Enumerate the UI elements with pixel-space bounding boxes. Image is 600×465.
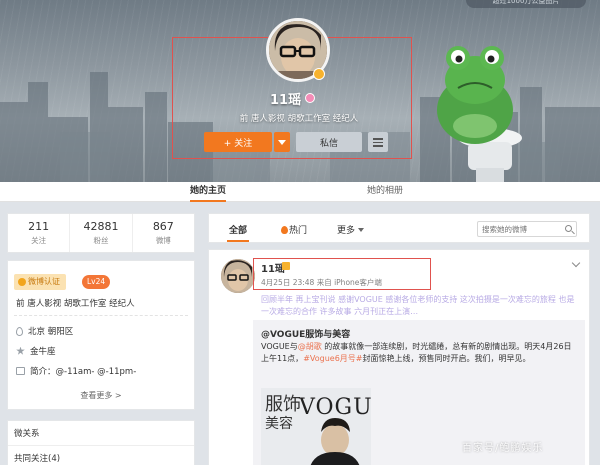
stat-label: 粉丝: [93, 236, 109, 245]
profile-name: 11瑶: [270, 92, 302, 108]
profile-bio: 前 唐人影视 胡歌工作室 经纪人: [239, 114, 359, 124]
weibo-post: 11瑶 4月25日 23:48 来自 iPhone客户端 回顾半年 再上宝刊说 …: [208, 249, 590, 465]
top-badge: 超过1000万公益图片: [466, 0, 586, 8]
repost-author[interactable]: @VOGUE服饰与美容: [261, 327, 350, 340]
divider: [8, 445, 194, 446]
location-pin-icon: [16, 326, 23, 336]
filter-more-dropdown[interactable]: 更多: [337, 223, 365, 236]
stat-followers[interactable]: 42881 粉丝: [70, 214, 133, 252]
search-icon[interactable]: [565, 225, 572, 232]
stats-card: 211 关注 42881 粉丝 867 微博: [7, 213, 195, 253]
message-button[interactable]: 私信: [296, 132, 362, 152]
magazine-cover-photo: 服饰 美容 VOGUE: [261, 388, 371, 465]
relations-title: 微关系: [14, 429, 40, 439]
follow-dropdown-button[interactable]: [274, 132, 290, 152]
post-author-avatar[interactable]: [221, 259, 255, 293]
svg-text:美容: 美容: [265, 415, 293, 432]
chevron-down-icon[interactable]: [571, 258, 581, 268]
weibo-search-input[interactable]: [482, 222, 564, 236]
filter-all-tab[interactable]: 全部: [226, 223, 250, 242]
menu-line-icon: [373, 145, 383, 147]
female-gender-icon: [305, 93, 316, 103]
constellation-text: 金牛座: [30, 347, 56, 357]
mention-link[interactable]: @胡歌: [298, 342, 322, 351]
more-menu-button[interactable]: [368, 132, 388, 152]
post-text: 回顾半年 再上宝刊说 感谢VOGUE 感谢各位老师的支持 这次拍摄是一次难忘的旅…: [261, 295, 575, 316]
stat-label: 关注: [31, 236, 47, 245]
id-card-icon: [16, 367, 25, 375]
intro-text: 简介：@-11am- @-11pm-: [30, 367, 137, 377]
stat-value: 42881: [83, 220, 119, 233]
star-icon: [16, 346, 25, 355]
relations-card: 微关系 共同关注(4): [7, 420, 195, 465]
verification-tag[interactable]: 微博认证: [14, 274, 66, 290]
repost-body-text: 封面惊艳上线，预售同时开启。我们，明早见。: [362, 354, 531, 363]
weibo-search-box: [477, 221, 577, 237]
filter-more-label: 更多: [337, 226, 356, 236]
verification-description: 前 唐人影视 胡歌工作室 经纪人: [16, 299, 135, 309]
stat-value: 211: [28, 220, 50, 233]
source-watermark: 百家号/鲍鹏娱乐: [462, 443, 544, 454]
menu-line-icon: [373, 141, 383, 143]
filter-hot-label: 热门: [289, 226, 308, 236]
follow-button[interactable]: + 关注: [204, 132, 272, 152]
menu-line-icon: [373, 138, 383, 140]
frog-illustration: [437, 46, 513, 144]
stat-posts[interactable]: 867 微博: [133, 214, 194, 252]
stat-following[interactable]: 211 关注: [8, 214, 71, 252]
svg-text:服饰: 服饰: [265, 394, 301, 415]
post-header-highlight-box: [253, 258, 431, 290]
repost-body-text: VOGUE与: [261, 342, 298, 351]
stat-label: 微博: [155, 236, 171, 245]
repost-body: VOGUE与@胡歌 的故事就像一部连续剧，时光缱绻，总有新的剧情出现。明天4月2…: [261, 341, 579, 365]
verified-badge-icon: [313, 68, 325, 80]
hashtag-link[interactable]: #Vogue6月号#: [303, 354, 362, 363]
stat-value: 867: [152, 220, 174, 233]
constellation-row: 金牛座: [16, 345, 56, 357]
location-text: 北京 朝阳区: [28, 327, 74, 337]
svg-text:VOGUE: VOGUE: [298, 395, 371, 420]
filter-hot-tab[interactable]: 热门: [281, 223, 307, 236]
location-row: 北京 朝阳区: [16, 325, 73, 337]
fire-icon: [281, 226, 288, 234]
profile-tab-bar: 她的主页 她的相册: [0, 182, 600, 202]
profile-name-row: 11瑶: [270, 90, 316, 108]
intro-row: 简介：@-11am- @-11pm-: [16, 365, 136, 377]
divider: [14, 315, 188, 316]
common-following-link[interactable]: 共同关注(4): [14, 452, 60, 464]
level-badge[interactable]: Lv24: [82, 275, 111, 289]
magazine-cover-image[interactable]: 服饰 美容 VOGUE: [261, 388, 371, 465]
tab-album[interactable]: 她的相册: [367, 182, 403, 202]
tab-home[interactable]: 她的主页: [190, 182, 227, 202]
post-avatar-photo: [221, 259, 255, 293]
see-more-link[interactable]: 查看更多 >: [8, 390, 194, 401]
profile-info-card: 微博认证 Lv24 前 唐人影视 胡歌工作室 经纪人 北京 朝阳区 金牛座 简介…: [7, 260, 195, 410]
feed-filter-bar: 全部 热门 更多: [208, 213, 590, 243]
chevron-down-icon: [358, 228, 365, 232]
